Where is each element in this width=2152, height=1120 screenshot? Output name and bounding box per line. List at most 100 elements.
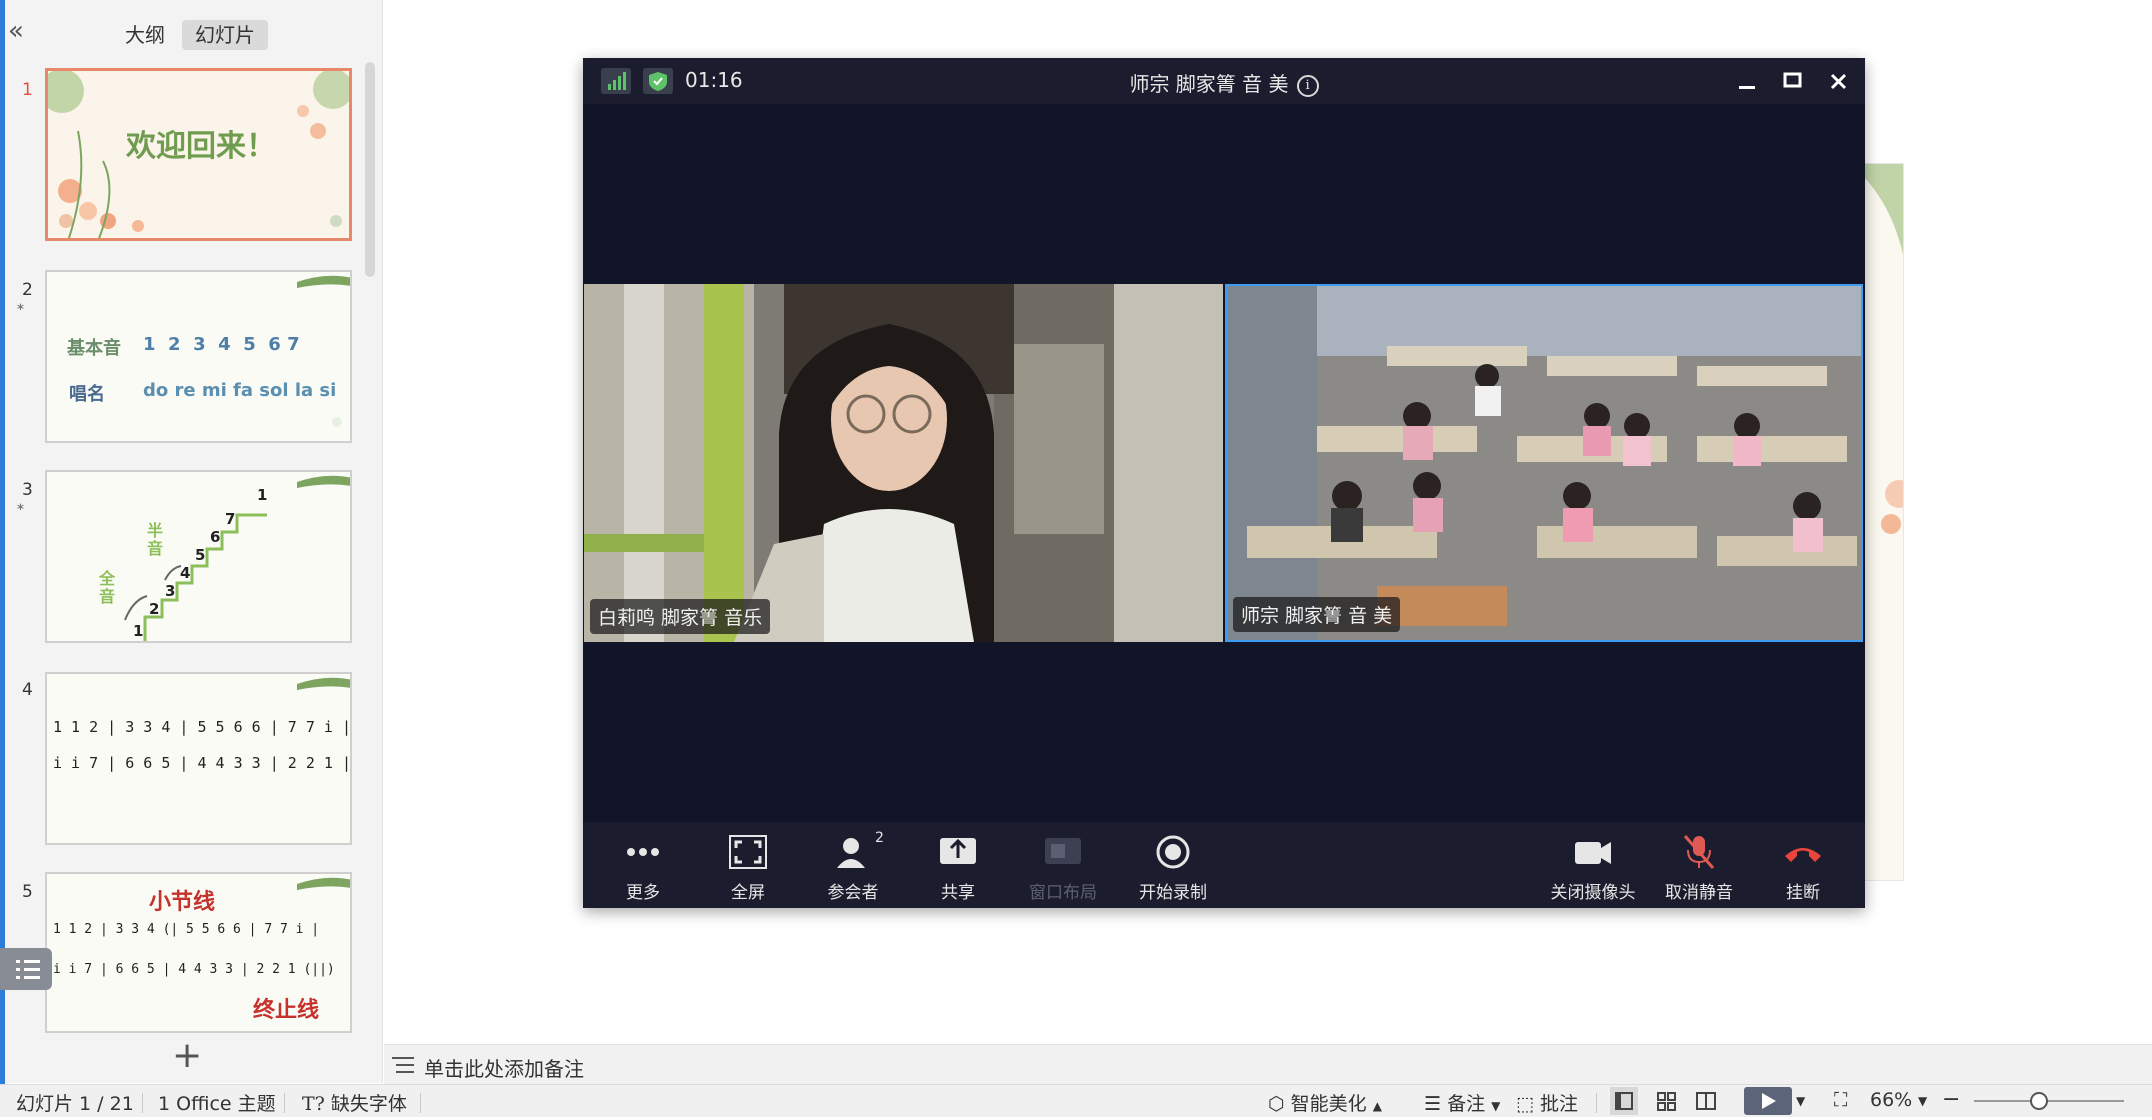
theme-name[interactable]: 1 Office 主题 xyxy=(158,1089,276,1116)
meeting-titlebar[interactable]: 01:16 师宗 脚家箐 音 美i xyxy=(583,58,1865,104)
panel-scrollbar[interactable] xyxy=(365,62,375,277)
font-warning-icon: T? xyxy=(302,1093,325,1115)
hangup-label: 挂断 xyxy=(1786,883,1820,903)
slide-animation-marker: * xyxy=(17,502,24,518)
meeting-title-row: 师宗 脚家箐 音 美 i xyxy=(583,68,1865,97)
participants-button[interactable]: 2 参会者 xyxy=(803,830,903,904)
unmute-button[interactable]: 取消静音 xyxy=(1649,830,1749,904)
fullscreen-icon xyxy=(729,835,767,869)
minimize-button[interactable] xyxy=(1731,66,1761,96)
share-icon xyxy=(940,838,976,864)
more-button[interactable]: 更多 xyxy=(593,830,693,904)
slide-2-values-2: do re mi fa sol la si xyxy=(143,380,337,401)
normal-view-button[interactable] xyxy=(1610,1087,1638,1115)
meeting-title: 师宗 脚家箐 音 美 xyxy=(1129,72,1289,96)
comment-button[interactable]: ⬚ 批注 xyxy=(1516,1089,1578,1116)
notes-icon xyxy=(392,1057,414,1073)
beautify-button[interactable]: ⬡ 智能美化 ▲ xyxy=(1268,1089,1382,1116)
step-4: 4 xyxy=(180,564,191,582)
slide-2-label-2: 唱名 xyxy=(69,384,105,405)
slide-canvas-decoration xyxy=(1861,164,1903,534)
step-7: 7 xyxy=(225,510,236,528)
more-label: 更多 xyxy=(626,883,660,903)
notes-toggle-button[interactable]: ☰ 备注 ▼ xyxy=(1424,1089,1500,1116)
slide-canvas-edge[interactable] xyxy=(1860,163,1904,881)
maximize-button[interactable] xyxy=(1777,66,1807,96)
missing-font-label: 缺失字体 xyxy=(330,1093,407,1115)
divider xyxy=(142,1093,143,1113)
tab-slides[interactable]: 幻灯片 xyxy=(182,20,268,50)
info-icon[interactable]: i xyxy=(1296,74,1319,97)
meeting-window: 01:16 师宗 脚家箐 音 美i 白莉鸣 脚家箐 音乐 师宗 脚家箐 音 美 … xyxy=(583,58,1865,908)
video-tile-participant-1[interactable]: 白莉鸣 脚家箐 音乐 xyxy=(584,284,1223,642)
label-half-step: 半音 xyxy=(147,521,164,558)
notes-placeholder: 单击此处添加备注 xyxy=(424,1057,584,1081)
slide-thumbnail-4[interactable]: 1 1 2 | 3 3 4 | 5 5 6 6 | 7 7 i | i i 7 … xyxy=(45,672,352,845)
zoom-out-icon[interactable]: − xyxy=(1942,1087,1960,1112)
slide-5-line-1: 1 1 2 | 3 3 4 (| 5 5 6 6 | 7 7 i | xyxy=(53,922,320,937)
outline-toggle-button[interactable] xyxy=(0,948,52,990)
fit-window-button[interactable]: ⛶ xyxy=(1834,1089,1847,1111)
close-icon xyxy=(1830,73,1847,90)
zoom-level[interactable]: 66% xyxy=(1870,1089,1912,1111)
label-whole-step: 全音 xyxy=(99,569,116,606)
collapse-panel-icon[interactable]: « xyxy=(8,18,24,44)
microphone-muted-icon xyxy=(1683,835,1715,869)
play-options-caret-icon[interactable]: ▼ xyxy=(1796,1094,1805,1108)
slide-number: 3 xyxy=(22,480,33,500)
reading-view-button[interactable] xyxy=(1692,1087,1720,1115)
grid-view-icon xyxy=(1657,1092,1676,1111)
slide-number: 5 xyxy=(22,882,33,902)
slide-thumbnail-5[interactable]: 小节线 1 1 2 | 3 3 4 (| 5 5 6 6 | 7 7 i | i… xyxy=(45,872,352,1033)
comment-label: 批注 xyxy=(1540,1093,1579,1115)
participants-icon xyxy=(837,838,865,868)
zoom-caret-icon[interactable]: ▼ xyxy=(1918,1094,1927,1108)
close-button[interactable] xyxy=(1823,66,1853,96)
zoom-slider-track[interactable] xyxy=(1974,1100,2124,1102)
play-slideshow-button[interactable] xyxy=(1744,1087,1792,1115)
share-button[interactable]: 共享 xyxy=(908,830,1008,904)
camera-icon xyxy=(1575,842,1611,864)
participant-2-nametag: 师宗 脚家箐 音 美 xyxy=(1233,597,1401,632)
tab-outline[interactable]: 大纲 xyxy=(120,20,170,50)
caret-up-icon: ▲ xyxy=(1372,1099,1382,1113)
add-slide-button[interactable]: + xyxy=(172,1038,202,1074)
slide-number: 2 xyxy=(22,280,33,300)
notes-bar[interactable]: 单击此处添加备注 xyxy=(384,1044,2152,1085)
more-icon xyxy=(627,848,659,856)
share-label: 共享 xyxy=(941,883,975,903)
zoom-slider-thumb[interactable] xyxy=(2030,1092,2048,1110)
camera-off-label: 关闭摄像头 xyxy=(1550,883,1636,903)
list-icon xyxy=(16,960,40,979)
missing-font-button[interactable]: T? 缺失字体 xyxy=(302,1089,407,1116)
divider xyxy=(1596,1093,1597,1113)
step-3: 3 xyxy=(165,582,176,600)
comment-icon: ⬚ xyxy=(1516,1093,1534,1115)
meeting-toolbar: 更多 全屏 2 参会者 共享 窗口布局 开始录制 关闭摄像头 取消静音 挂断 xyxy=(583,822,1865,908)
camera-off-button[interactable]: 关闭摄像头 xyxy=(1543,830,1643,904)
divider xyxy=(420,1093,421,1113)
slide-thumbnail-3[interactable]: 1 2 3 4 5 6 7 1 半音 全音 xyxy=(45,470,352,643)
hangup-icon xyxy=(1785,848,1821,862)
grid-view-button[interactable] xyxy=(1652,1087,1680,1115)
fullscreen-button[interactable]: 全屏 xyxy=(698,830,798,904)
beautify-icon: ⬡ xyxy=(1268,1093,1285,1115)
participant-1-nametag: 白莉鸣 脚家箐 音乐 xyxy=(590,599,771,634)
slide-5-line-2: i i 7 | 6 6 5 | 4 4 3 3 | 2 2 1 (||) xyxy=(53,962,335,977)
record-label: 开始录制 xyxy=(1139,883,1207,903)
normal-view-icon xyxy=(1615,1092,1633,1110)
participant-1-video xyxy=(584,284,1223,642)
participants-label: 参会者 xyxy=(827,883,879,903)
record-button[interactable]: 开始录制 xyxy=(1123,830,1223,904)
hangup-button[interactable]: 挂断 xyxy=(1753,830,1853,904)
reading-view-icon xyxy=(1696,1092,1716,1110)
layout-button[interactable]: 窗口布局 xyxy=(1013,830,1113,904)
video-tile-participant-2[interactable]: 师宗 脚家箐 音 美 xyxy=(1225,284,1863,642)
layout-icon xyxy=(1045,838,1081,864)
beautify-label: 智能美化 xyxy=(1290,1093,1367,1115)
slide-thumbnail-1[interactable]: 欢迎回来！ xyxy=(45,68,352,241)
slide-5-label-barline: 小节线 xyxy=(149,890,216,915)
slide-counter: 幻灯片 1 / 21 xyxy=(16,1093,134,1115)
slide-thumbnail-2[interactable]: 基本音 1 2 3 4 5 6 7 唱名 do re mi fa sol la … xyxy=(45,270,352,443)
record-icon xyxy=(1156,835,1190,869)
